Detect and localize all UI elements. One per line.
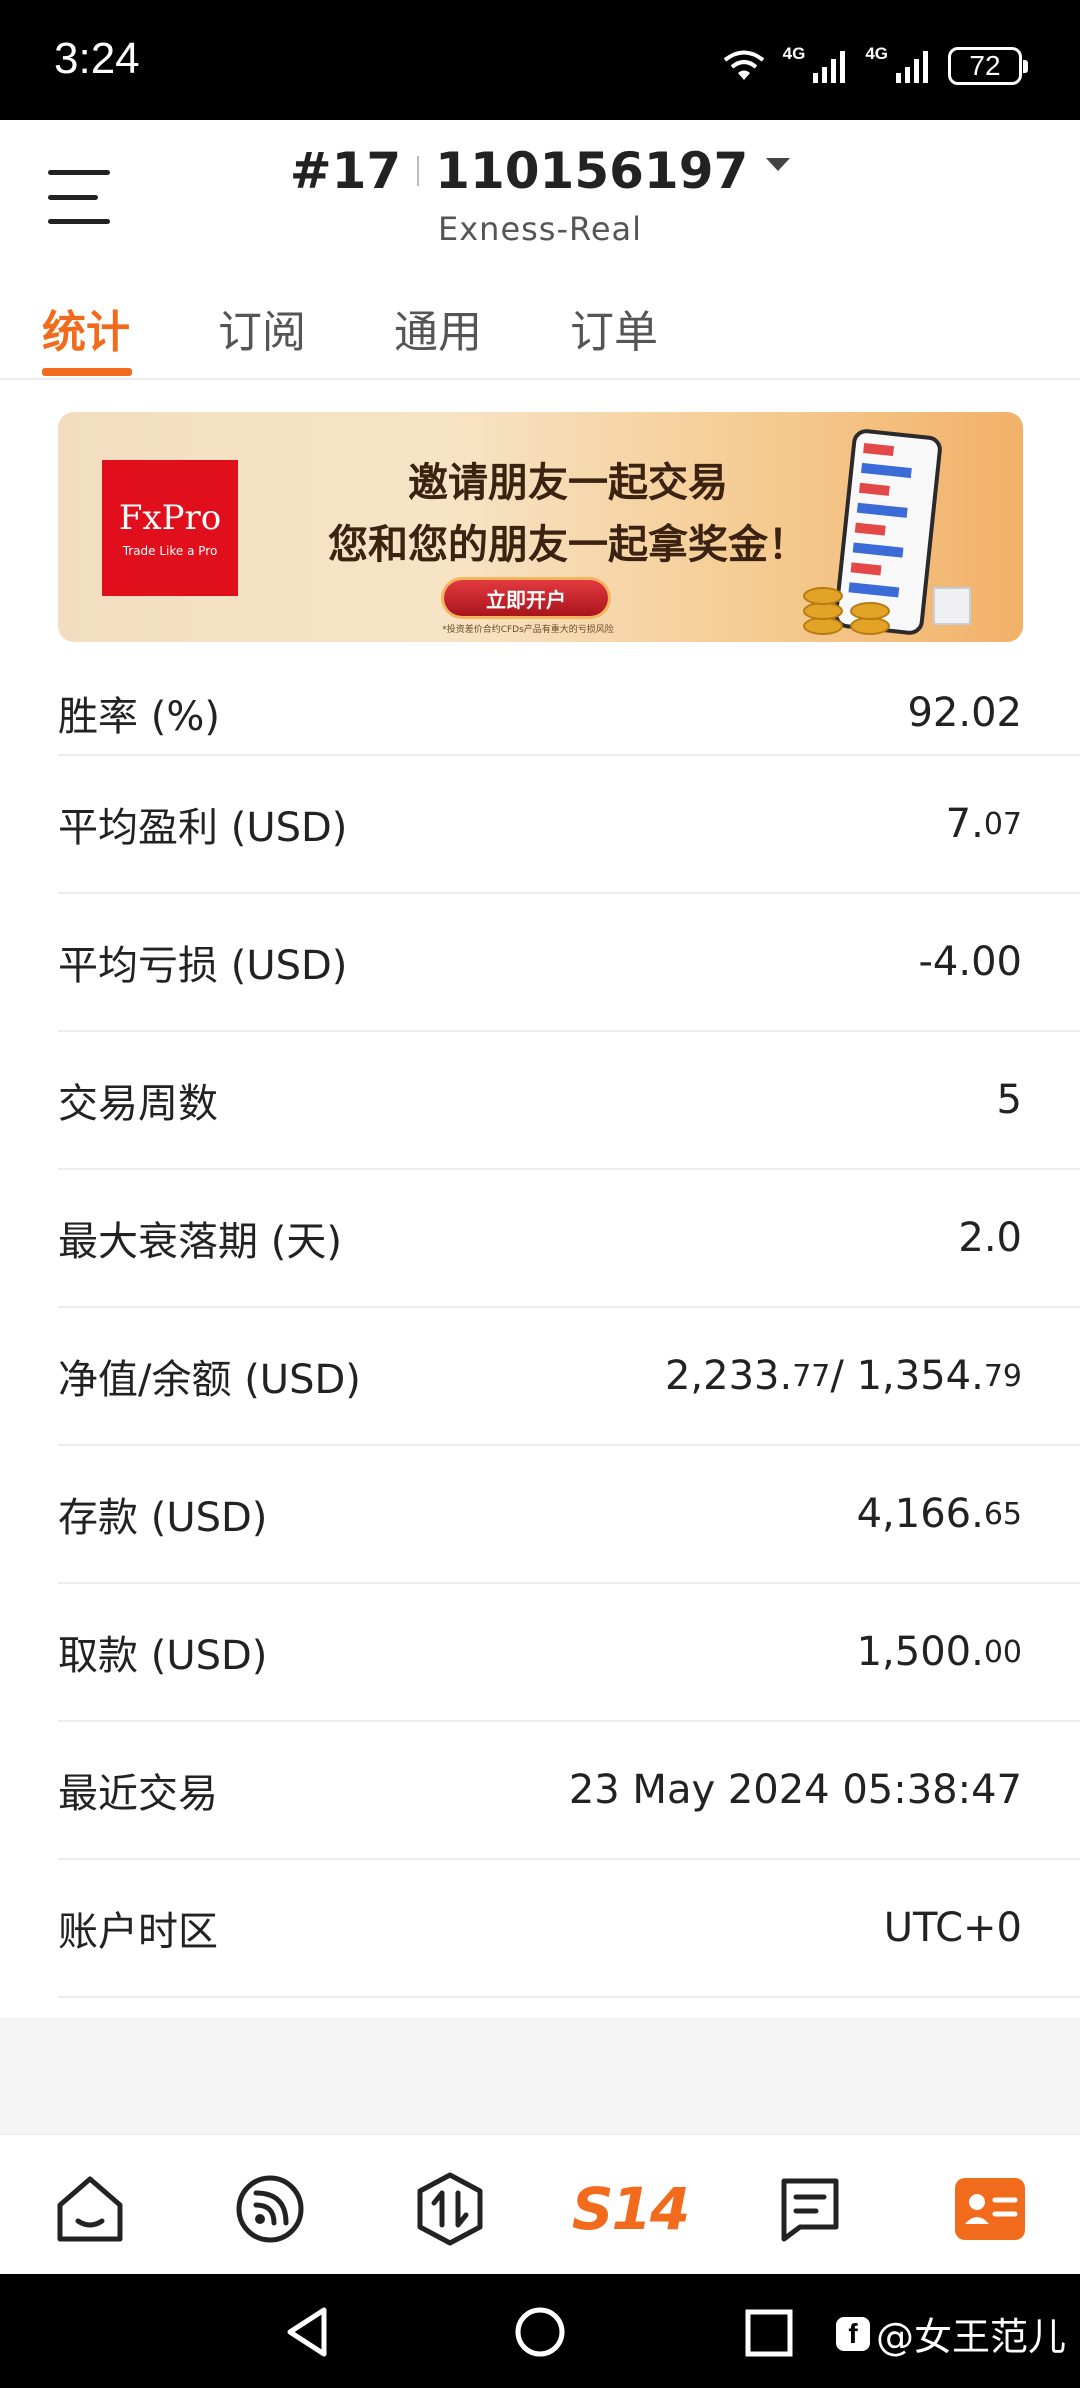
coin-illustration <box>850 602 890 620</box>
stat-value: 5 <box>996 1077 1022 1123</box>
stat-row: 胜率 (%) 92.02 <box>58 672 1080 756</box>
stat-row: 交易周数 5 <box>58 1032 1080 1170</box>
app-header: #17 110156197 Exness-Real <box>0 120 1080 270</box>
phone-illustration <box>832 427 944 637</box>
battery-icon: 72 <box>948 47 1028 85</box>
banner-disclaimer: *投资差价合约CFDs产品有重大的亏损风险 <box>442 625 614 635</box>
fxpro-logo: FxPro Trade Like a Pro <box>102 460 238 596</box>
stat-row: 账户时区 UTC+0 <box>58 1860 1080 1998</box>
s14-logo-text: S14 <box>571 2175 690 2243</box>
banner-container: FxPro Trade Like a Pro 邀请朋友一起交易 您和您的朋友一起… <box>0 382 1080 672</box>
trade-icon[interactable] <box>410 2169 490 2249</box>
stat-row: 取款 (USD) 1,500. 00 <box>58 1584 1080 1722</box>
tab-orders[interactable]: 订单 <box>570 296 658 360</box>
stat-label: 最大衰落期 (天) <box>58 1219 342 1265</box>
stat-value: 2.0 <box>958 1215 1022 1261</box>
stat-label: 存款 (USD) <box>58 1495 268 1541</box>
account-id: 110156197 <box>435 142 749 200</box>
home-icon[interactable] <box>50 2169 130 2249</box>
stat-label: 胜率 (%) <box>58 694 220 740</box>
chevron-down-icon[interactable] <box>766 157 791 171</box>
tab-general[interactable]: 通用 <box>394 296 482 360</box>
stat-row: 平均盈利 (USD) 7. 07 <box>58 756 1080 894</box>
stat-row: 最近交易 23 May 2024 05:38:47 <box>58 1722 1080 1860</box>
account-number: #17 <box>289 142 402 200</box>
stat-label: 净值/余额 (USD) <box>58 1357 361 1403</box>
content-footer-space <box>0 2018 1080 2134</box>
stats-list: 胜率 (%) 92.02 平均盈利 (USD) 7. 07 平均亏损 (USD) … <box>0 672 1080 2018</box>
back-icon[interactable] <box>282 2304 332 2360</box>
logo-tagline: Trade Like a Pro <box>122 544 218 558</box>
logo-text: FxPro <box>118 498 222 538</box>
stat-value: -4.00 <box>918 939 1023 985</box>
open-account-button[interactable]: 立即开户 <box>444 580 608 616</box>
status-bar: 3:24 4G 4G 72 <box>0 0 1080 120</box>
home-button-icon[interactable] <box>514 2304 566 2360</box>
stat-value: 23 May 2024 05:38:47 <box>568 1767 1022 1813</box>
recent-apps-icon[interactable] <box>744 2304 794 2360</box>
stat-value: 7. 07 <box>945 801 1022 847</box>
stat-row: 平均亏损 (USD) -4.00 <box>58 894 1080 1032</box>
network-label-1: 4G <box>782 44 806 63</box>
stat-row: 净值/余额 (USD) 2,233. 77 / 1,354. 79 <box>58 1308 1080 1446</box>
signal-icon <box>813 51 846 83</box>
server-name: Exness-Real <box>438 210 642 248</box>
bottom-nav: S14 <box>0 2134 1080 2274</box>
stat-row: 存款 (USD) 4,166. 65 <box>58 1446 1080 1584</box>
profile-icon[interactable] <box>950 2169 1030 2249</box>
banner-headline: 邀请朋友一起交易 您和您的朋友一起拿奖金！ <box>288 452 848 576</box>
stat-value: 1,500. 00 <box>856 1629 1022 1675</box>
status-icons: 4G 4G 72 <box>721 38 1028 94</box>
facebook-icon: f <box>835 2316 870 2351</box>
tab-active-indicator <box>42 368 132 376</box>
gift-illustration <box>933 587 971 625</box>
status-time: 3:24 <box>54 34 140 83</box>
watermark: f @女王范儿 <box>835 2306 1066 2361</box>
tab-subscription[interactable]: 订阅 <box>218 296 306 360</box>
banner-headline-2: 您和您的朋友一起拿奖金！ <box>328 522 808 568</box>
s14-logo[interactable]: S14 <box>570 2169 690 2249</box>
banner-headline-1: 邀请朋友一起交易 <box>408 460 728 506</box>
watermark-text: @女王范儿 <box>875 2315 1066 2359</box>
battery-level: 72 <box>969 50 1001 81</box>
signal-icon <box>896 51 928 83</box>
system-nav-bar: f @女王范儿 <box>0 2274 1080 2388</box>
stat-value: 2,233. 77 / 1,354. 79 <box>664 1353 1022 1399</box>
stat-label: 最近交易 <box>58 1771 218 1817</box>
account-selector[interactable]: #17 110156197 Exness-Real <box>0 142 1080 248</box>
tab-bar: 统计 订阅 通用 订单 <box>0 270 1080 380</box>
network-label-2: 4G <box>865 44 888 63</box>
coin-illustration <box>803 587 843 605</box>
stat-label: 取款 (USD) <box>58 1633 268 1679</box>
stat-label: 账户时区 <box>58 1909 218 1955</box>
promo-banner[interactable]: FxPro Trade Like a Pro 邀请朋友一起交易 您和您的朋友一起… <box>58 412 1023 642</box>
stat-value: UTC+0 <box>883 1905 1022 1951</box>
stat-label: 平均盈利 (USD) <box>58 805 348 851</box>
wifi-icon <box>723 50 764 80</box>
stat-row: 最大衰落期 (天) 2.0 <box>58 1170 1080 1308</box>
stat-value: 4,166. 65 <box>856 1491 1022 1537</box>
stat-label: 交易周数 <box>58 1081 218 1127</box>
stat-label: 平均亏损 (USD) <box>58 943 348 989</box>
account-line[interactable]: #17 110156197 <box>290 142 791 200</box>
tab-statistics[interactable]: 统计 <box>42 296 130 360</box>
message-icon[interactable] <box>770 2169 850 2249</box>
stat-value: 92.02 <box>907 690 1022 736</box>
account-separator <box>417 156 420 186</box>
feed-icon[interactable] <box>230 2169 310 2249</box>
